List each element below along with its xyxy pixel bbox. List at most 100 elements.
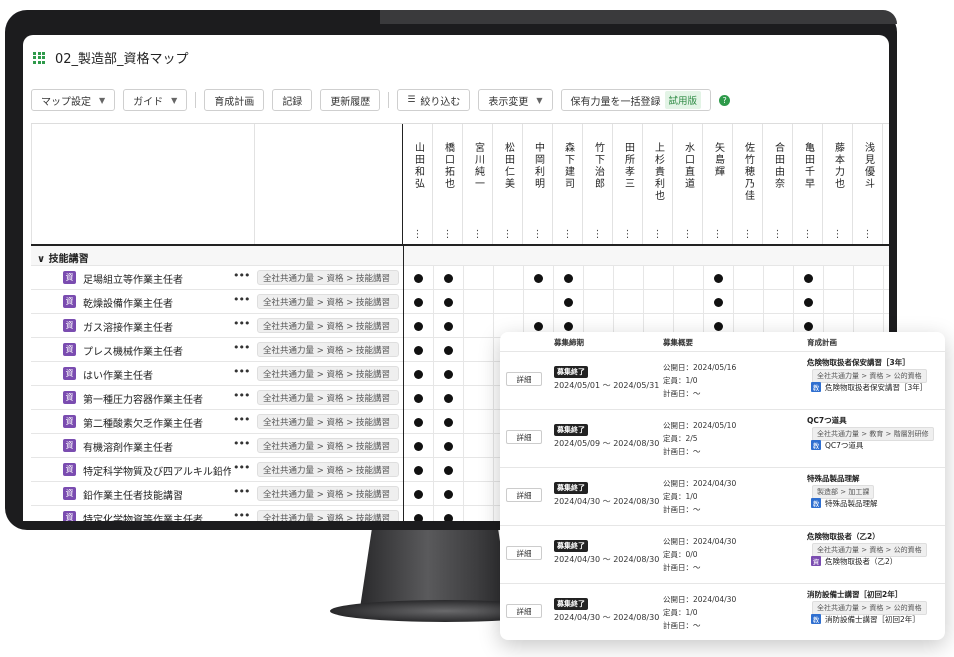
matrix-cell[interactable]	[704, 266, 734, 290]
kebab-menu-icon[interactable]: ⋮	[833, 230, 843, 240]
kebab-menu-icon[interactable]: ⋮	[503, 230, 513, 240]
more-icon[interactable]: •••	[233, 437, 250, 450]
more-icon[interactable]: •••	[233, 269, 250, 282]
skill-name[interactable]: はい作業主任者	[83, 367, 153, 382]
matrix-cell[interactable]	[404, 290, 434, 314]
matrix-cell[interactable]	[404, 458, 434, 482]
person-column[interactable]: 佐竹穂乃佳 ⋮	[733, 124, 763, 244]
category-row[interactable]: ∨ 技能講習	[31, 246, 889, 266]
detail-button[interactable]: 詳細	[506, 372, 542, 386]
skill-name[interactable]: 第一種圧力容器作業主任者	[83, 391, 203, 406]
kebab-menu-icon[interactable]: ⋮	[773, 230, 783, 240]
matrix-cell[interactable]	[434, 482, 464, 506]
kebab-menu-icon[interactable]: ⋮	[623, 230, 633, 240]
more-icon[interactable]: •••	[233, 485, 250, 498]
person-column[interactable]: 竹下治郎 ⋮	[583, 124, 613, 244]
matrix-cell[interactable]	[644, 266, 674, 290]
table-row[interactable]: 資足場組立等作業主任者 ••• 全社共通力量 > 資格 > 技能講習	[31, 266, 889, 290]
help-icon[interactable]: ?	[719, 94, 731, 106]
kebab-menu-icon[interactable]: ⋮	[743, 230, 753, 240]
person-column[interactable]: 上杉貴利也 ⋮	[643, 124, 673, 244]
detail-button[interactable]: 詳細	[506, 604, 542, 618]
matrix-cell[interactable]	[464, 458, 494, 482]
person-column[interactable]: 森下建司 ⋮	[553, 124, 583, 244]
kebab-menu-icon[interactable]: ⋮	[593, 230, 603, 240]
matrix-cell[interactable]	[524, 290, 554, 314]
matrix-cell[interactable]	[464, 410, 494, 434]
plan-title[interactable]: 特殊品製品理解	[807, 473, 860, 484]
person-column[interactable]: 中岡利明 ⋮	[523, 124, 553, 244]
matrix-cell[interactable]	[674, 290, 704, 314]
matrix-cell[interactable]	[404, 314, 434, 338]
person-column[interactable]: 宮川純一 ⋮	[463, 124, 493, 244]
person-column[interactable]: 水口直道 ⋮	[673, 124, 703, 244]
matrix-cell[interactable]	[584, 290, 614, 314]
matrix-cell[interactable]	[434, 266, 464, 290]
skill-name[interactable]: 鉛作業主任者技能講習	[83, 487, 183, 502]
detail-button[interactable]: 詳細	[506, 546, 542, 560]
matrix-cell[interactable]	[404, 338, 434, 362]
more-icon[interactable]: •••	[233, 413, 250, 426]
matrix-cell[interactable]	[434, 410, 464, 434]
matrix-cell[interactable]	[434, 386, 464, 410]
person-column[interactable]: 松田仁美 ⋮	[493, 124, 523, 244]
matrix-cell[interactable]	[644, 290, 674, 314]
matrix-cell[interactable]	[824, 266, 854, 290]
filter-button[interactable]: ☰ 絞り込む	[397, 89, 471, 111]
matrix-cell[interactable]	[464, 314, 494, 338]
matrix-cell[interactable]	[524, 266, 554, 290]
more-icon[interactable]: •••	[233, 509, 250, 521]
matrix-cell[interactable]	[404, 482, 434, 506]
skill-name[interactable]: 足場組立等作業主任者	[83, 271, 183, 286]
matrix-cell[interactable]	[464, 266, 494, 290]
matrix-cell[interactable]	[404, 386, 434, 410]
kebab-menu-icon[interactable]: ⋮	[413, 230, 423, 240]
matrix-cell[interactable]	[764, 290, 794, 314]
kebab-menu-icon[interactable]: ⋮	[533, 230, 543, 240]
matrix-cell[interactable]	[794, 290, 824, 314]
matrix-cell[interactable]	[404, 410, 434, 434]
matrix-cell[interactable]	[464, 434, 494, 458]
plan-title[interactable]: 危険物取扱者保安講習［3年］	[807, 357, 910, 368]
matrix-cell[interactable]	[434, 362, 464, 386]
kebab-menu-icon[interactable]: ⋮	[653, 230, 663, 240]
display-change-button[interactable]: 表示変更 ▼	[478, 89, 553, 111]
matrix-cell[interactable]	[734, 290, 764, 314]
training-plan-button[interactable]: 育成計画	[204, 89, 265, 111]
matrix-cell[interactable]	[404, 434, 434, 458]
detail-button[interactable]: 詳細	[506, 430, 542, 444]
skill-name[interactable]: 特定科学物質及び四アルキル鉛作業主任者	[83, 463, 231, 478]
table-row[interactable]: 資乾燥設備作業主任者 ••• 全社共通力量 > 資格 > 技能講習	[31, 290, 889, 314]
matrix-cell[interactable]	[434, 458, 464, 482]
matrix-cell[interactable]	[674, 266, 704, 290]
matrix-cell[interactable]	[464, 506, 494, 521]
kebab-menu-icon[interactable]: ⋮	[713, 230, 723, 240]
matrix-cell[interactable]	[464, 338, 494, 362]
matrix-cell[interactable]	[404, 362, 434, 386]
matrix-cell[interactable]	[434, 314, 464, 338]
matrix-cell[interactable]	[494, 290, 524, 314]
matrix-cell[interactable]	[614, 266, 644, 290]
more-icon[interactable]: •••	[233, 293, 250, 306]
skill-name[interactable]: 特定化学物資等作業主任者	[83, 511, 203, 521]
kebab-menu-icon[interactable]: ⋮	[473, 230, 483, 240]
matrix-cell[interactable]	[434, 338, 464, 362]
more-icon[interactable]: •••	[233, 341, 250, 354]
matrix-cell[interactable]	[854, 266, 884, 290]
matrix-cell[interactable]	[404, 506, 434, 521]
person-column[interactable]: 亀田千早 ⋮	[793, 124, 823, 244]
matrix-cell[interactable]	[854, 290, 884, 314]
matrix-cell[interactable]	[404, 266, 434, 290]
skill-name[interactable]: ガス溶接作業主任者	[83, 319, 173, 334]
matrix-cell[interactable]	[734, 266, 764, 290]
skill-name[interactable]: 乾燥設備作業主任者	[83, 295, 173, 310]
matrix-cell[interactable]	[464, 290, 494, 314]
more-icon[interactable]: •••	[233, 389, 250, 402]
kebab-menu-icon[interactable]: ⋮	[563, 230, 573, 240]
matrix-cell[interactable]	[584, 266, 614, 290]
matrix-cell[interactable]	[464, 362, 494, 386]
more-icon[interactable]: •••	[233, 365, 250, 378]
matrix-cell[interactable]	[434, 434, 464, 458]
matrix-cell[interactable]	[554, 266, 584, 290]
matrix-cell[interactable]	[464, 482, 494, 506]
